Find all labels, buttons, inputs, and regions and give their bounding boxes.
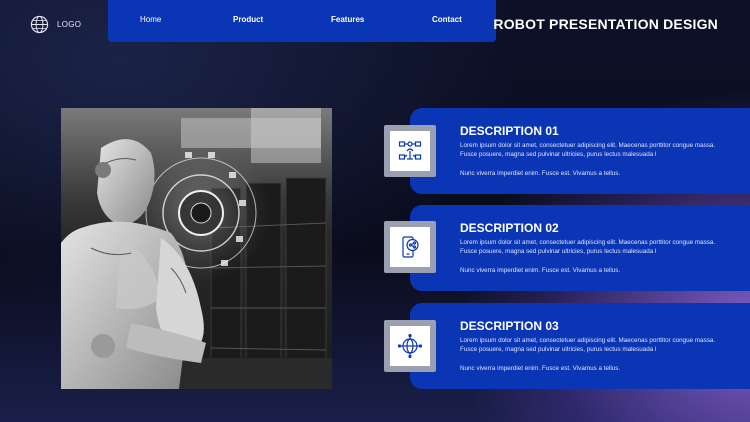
logo-text: LOGO (57, 20, 82, 29)
description-card-3: DESCRIPTION 03 Lorem ipsum dolor sit ame… (410, 303, 750, 389)
card-title: DESCRIPTION 02 (460, 221, 559, 235)
description-card-2: DESCRIPTION 02 Lorem ipsum dolor sit ame… (410, 205, 750, 291)
card-title: DESCRIPTION 03 (460, 319, 559, 333)
description-card-1: DESCRIPTION 01 Lorem ipsum dolor sit ame… (410, 108, 750, 194)
card-2-icon-box (384, 221, 436, 273)
card-body-secondary: Nunc viverra imperdiet enim. Fusce est. … (460, 365, 621, 372)
card-body-secondary: Nunc viverra imperdiet enim. Fusce est. … (460, 170, 621, 177)
card-title: DESCRIPTION 01 (460, 124, 559, 138)
mobile-share-icon (402, 236, 419, 258)
card-body: Lorem ipsum dolor sit amet, consectetuer… (460, 337, 716, 353)
logo[interactable]: LOGO (30, 15, 81, 34)
globe-network-icon (398, 334, 422, 358)
nav-features[interactable]: Features (331, 15, 364, 24)
card-3-icon-box (384, 320, 436, 372)
nav-product[interactable]: Product (233, 15, 263, 24)
globe-icon (30, 15, 49, 34)
robot-image (61, 108, 332, 389)
card-body: Lorem ipsum dolor sit amet, consectetuer… (460, 142, 716, 158)
card-body-secondary: Nunc viverra imperdiet enim. Fusce est. … (460, 267, 621, 274)
page-title: ROBOT PRESENTATION DESIGN (493, 16, 718, 32)
card-body: Lorem ipsum dolor sit amet, consectetuer… (460, 239, 716, 255)
people-network-icon (398, 141, 422, 160)
nav-home[interactable]: Home (140, 15, 161, 24)
nav-contact[interactable]: Contact (432, 15, 462, 24)
card-1-icon-box (384, 125, 436, 177)
nav-bar: Home Product Features Contact (108, 0, 496, 42)
